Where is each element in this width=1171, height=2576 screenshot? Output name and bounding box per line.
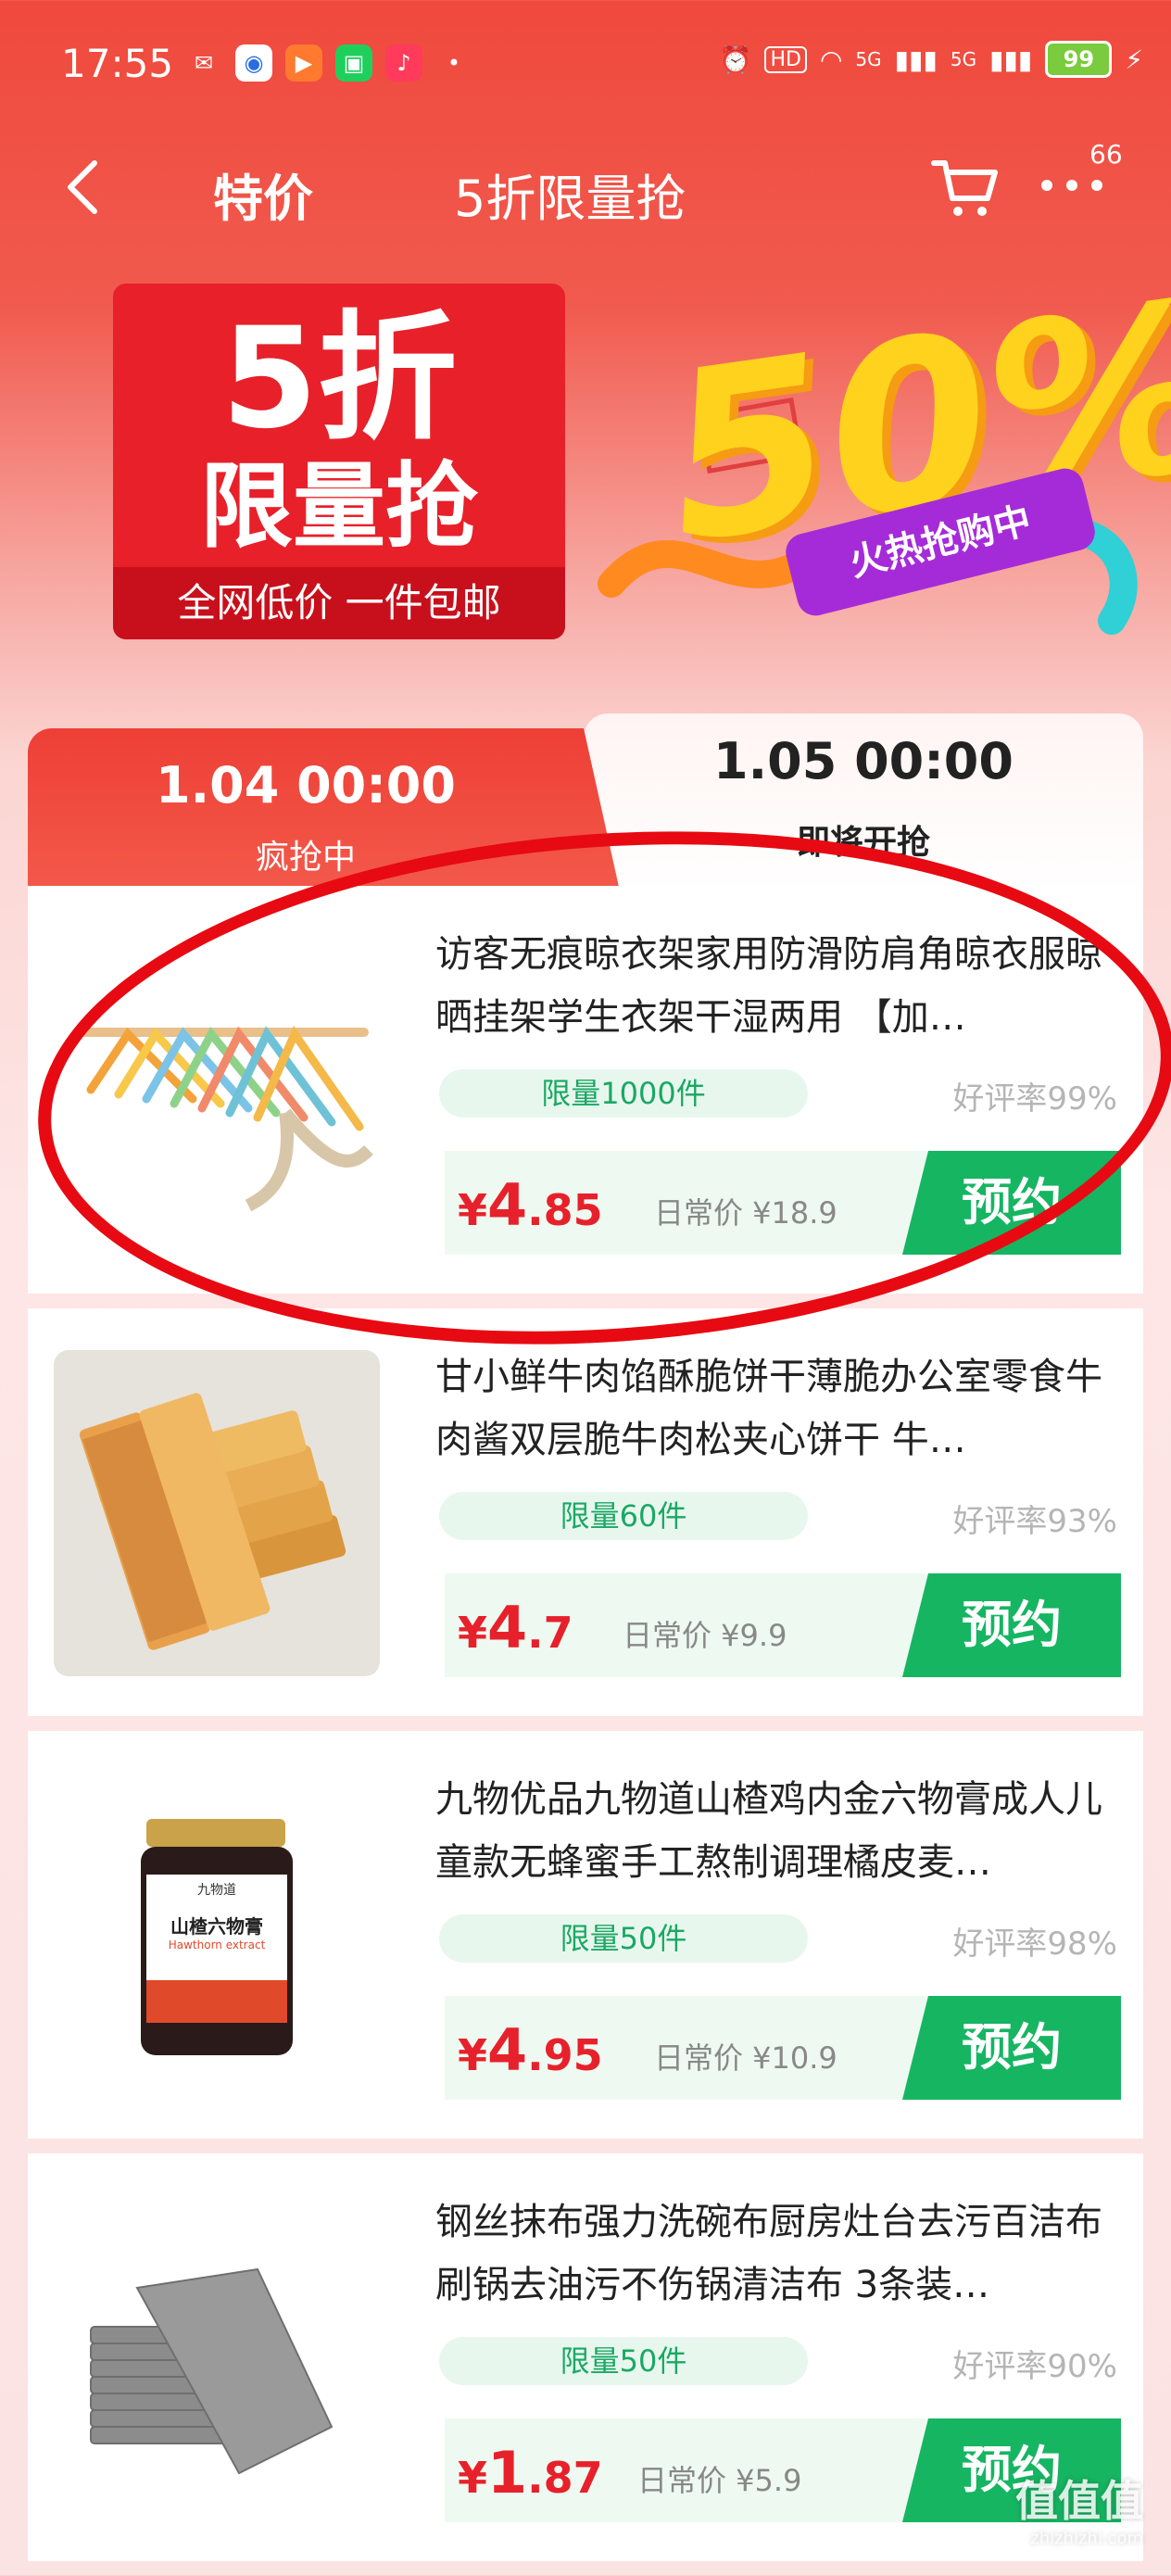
tab-current-status: 疯抢中 [255,839,356,877]
sale-panel: 1.05 00:00 即将开抢 1.04 00:00 疯抢中 访客无痕晾衣架家用… [28,713,1143,2576]
more-notifications-icon: • [447,50,461,76]
rating: 好评率99% [952,1080,1117,1118]
page-subtitle[interactable]: 5折限量抢 [454,158,686,231]
jar-image[interactable]: 九物道 山楂六物膏 Hawthorn extract [54,1773,380,2099]
jar-label-en: Hawthorn extract [168,1938,266,1951]
product-title[interactable]: 九物优品九物道山楂鸡内金六物膏成人儿童款无蜂蜜手工熬制调理橘皮麦… [435,1768,1121,1894]
promo-banner[interactable]: 5折 限量抢 全网低价 一件包邮 50% 火热抢购中 [0,250,1171,676]
jar-label-main: 山楂六物膏 [170,1915,263,1938]
stock-limit: 限量50件 [439,1914,808,1963]
notification-icons: ✉ ◉ ▶ ▣ ♪ • [185,44,472,82]
promo-main-text: 5折 [220,298,458,460]
reserve-button[interactable]: 预约 [902,1996,1121,2100]
signal-1-label: 5G [855,48,882,70]
stock-limit: 限量60件 [439,1492,808,1540]
sale-price: ¥4.85 [458,1171,603,1239]
price-bar: ¥4.85 日常价 ¥18.9 预约 [445,1151,1121,1255]
sale-price: ¥1.87 [458,2439,603,2507]
promo-card: 5折 限量抢 全网低价 一件包邮 [113,284,565,639]
product-card[interactable]: 访客无痕晾衣架家用防滑防肩角晾衣服晾晒挂架学生衣架干湿两用 【加… 限量1000… [28,886,1143,1294]
regular-price: 日常价 ¥18.9 [654,1195,837,1231]
cloths-image[interactable] [54,2195,380,2521]
jar-lid [146,1819,285,1847]
signal-1-icon: ▮▮▮ [894,44,938,75]
regular-price: 日常价 ¥9.9 [623,1618,787,1653]
status-bar: 17:55 ✉ ◉ ▶ ▣ ♪ • ⏰ HD ◠ 5G ▮▮▮ 5G ▮▮▮ 9… [0,0,1171,130]
jar-label: 九物道 山楂六物膏 Hawthorn extract [146,1875,287,2023]
stock-limit: 限量1000件 [439,1069,808,1118]
battery-icon: 99 [1045,41,1113,78]
video-app-icon: ▶ [285,44,322,82]
regular-price: 日常价 ¥10.9 [654,2040,837,2076]
signal-2-icon: ▮▮▮ [989,44,1033,75]
product-card[interactable]: 钢丝抹布强力洗碗布厨房灶台去污百洁布刷锅去油污不伤锅清洁布 3条装… 限量50件… [28,2153,1143,2561]
top-nav: 特价 5折限量抢 66 [0,139,1171,241]
watermark: 值值值 zhizhizhi.com [1015,2468,1143,2548]
rating: 好评率93% [952,1503,1117,1540]
music-app-icon: ♪ [385,44,422,82]
promo-illustration: 50% 火热抢购中 [593,250,1171,676]
rating: 好评率90% [952,2348,1117,2385]
more-icon[interactable] [1039,176,1104,195]
product-card[interactable]: 甘小鲜牛肉馅酥脆饼干薄脆办公室零食牛肉酱双层脆牛肉松夹心饼干 牛… 限量60件 … [28,1308,1143,1716]
regular-price: 日常价 ¥5.9 [637,2463,802,2498]
page-title[interactable]: 特价 [213,158,313,231]
wechat-icon: ✉ [194,50,214,76]
tv-app-icon: ▣ [335,44,372,82]
promo-sub-text: 限量抢 [200,452,478,561]
alarm-icon: ⏰ [719,44,752,75]
watermark-main: 值值值 [1015,2476,1143,2526]
tab-upcoming[interactable]: 1.05 00:00 即将开抢 [584,713,1143,899]
biscuits-image[interactable] [54,1350,380,1676]
message-count-badge: 66 [1089,139,1123,170]
sale-price: ¥4.95 [458,2016,603,2084]
tab-upcoming-status: 即将开抢 [796,824,930,862]
hd-icon: HD [764,45,807,73]
product-title[interactable]: 钢丝抹布强力洗碗布厨房灶台去污百洁布刷锅去油污不伤锅清洁布 3条装… [435,2191,1121,2317]
charging-icon: ⚡ [1125,44,1143,75]
tab-upcoming-time: 1.05 00:00 [713,732,1014,790]
cart-icon[interactable] [930,156,1001,221]
browser-icon: ◉ [235,44,272,82]
reserve-button[interactable]: 预约 [902,1151,1121,1255]
rating: 好评率98% [952,1926,1117,1963]
hangers-image[interactable] [54,928,380,1254]
jar-label-brand: 九物道 [197,1883,236,1898]
product-card[interactable]: 九物道 山楂六物膏 Hawthorn extract 九物优品九物道山楂鸡内金六… [28,1731,1143,2139]
price-bar: ¥4.95 日常价 ¥10.9 预约 [445,1996,1121,2100]
sale-price: ¥4.7 [458,1594,573,1661]
price-bar: ¥4.7 日常价 ¥9.9 预约 [445,1573,1121,1677]
signal-2-label: 5G [950,48,977,70]
system-status: ⏰ HD ◠ 5G ▮▮▮ 5G ▮▮▮ 99 ⚡ [720,41,1143,78]
status-time: 17:55 [61,41,174,86]
back-icon[interactable] [65,159,102,215]
product-title[interactable]: 甘小鲜牛肉馅酥脆饼干薄脆办公室零食牛肉酱双层脆牛肉松夹心饼干 牛… [435,1345,1121,1471]
reserve-button[interactable]: 预约 [902,1573,1121,1677]
tab-current[interactable]: 1.04 00:00 疯抢中 [28,728,621,895]
wifi-icon: ◠ [819,44,843,75]
watermark-sub: zhizhizhi.com [1030,2529,1143,2548]
tab-current-time: 1.04 00:00 [156,756,456,814]
promo-note: 全网低价 一件包邮 [113,567,565,639]
stock-limit: 限量50件 [439,2337,808,2385]
product-title[interactable]: 访客无痕晾衣架家用防滑防肩角晾衣服晾晒挂架学生衣架干湿两用 【加… [435,923,1121,1049]
